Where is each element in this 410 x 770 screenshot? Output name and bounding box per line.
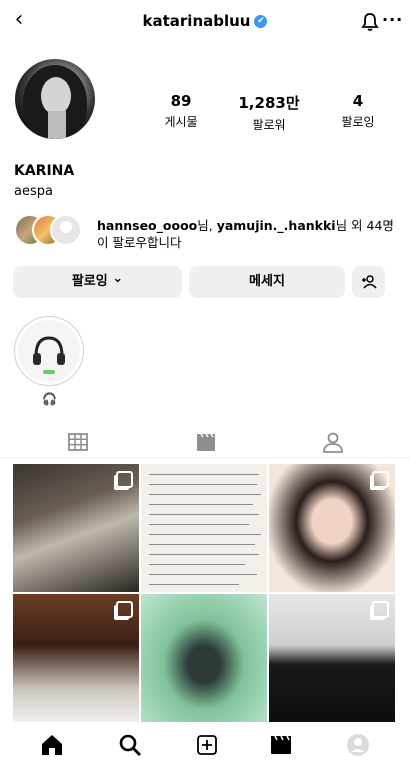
tab-divider: [0, 457, 410, 458]
bottom-nav: [0, 722, 410, 770]
stat-following[interactable]: 4 팔로잉: [313, 92, 403, 130]
stat-following-label: 팔로잉: [341, 115, 375, 129]
create-icon[interactable]: [195, 733, 219, 757]
stat-posts-count: 89: [170, 92, 192, 110]
profile-name: KARINA: [14, 163, 75, 179]
more-icon[interactable]: ···: [382, 10, 403, 29]
highlight-label: 🎧: [42, 392, 57, 406]
post-thumbnail[interactable]: [13, 594, 139, 722]
username-text: katarinabluu: [142, 12, 251, 30]
profile-avatar[interactable]: [15, 59, 95, 139]
post-thumbnail[interactable]: [141, 594, 267, 722]
stat-posts[interactable]: 89 게시물: [136, 92, 226, 130]
profile-username: katarinabluu ✔: [0, 12, 410, 30]
stat-posts-label: 게시물: [164, 115, 198, 129]
search-icon[interactable]: [118, 733, 142, 757]
reels-icon[interactable]: [194, 430, 218, 454]
followed-by-user1[interactable]: hannseo_oooo: [97, 218, 197, 233]
message-button[interactable]: 메세지: [189, 266, 345, 298]
tagged-icon[interactable]: [321, 430, 345, 454]
multi-post-icon: [116, 471, 133, 488]
grid-icon[interactable]: [66, 430, 90, 454]
chevron-down-icon: ⌄: [112, 271, 124, 286]
highlight-cover: [18, 320, 80, 382]
followed-by-user2[interactable]: yamujin._.hankki: [217, 218, 336, 233]
stat-followers-count: 1,283만: [238, 94, 300, 112]
profile-icon[interactable]: [346, 733, 370, 757]
following-button-label: 팔로잉: [71, 274, 108, 289]
home-icon[interactable]: [40, 733, 64, 757]
top-bar: ‹ katarinabluu ✔ ···: [0, 0, 410, 44]
follower-avatar-placeholder[interactable]: [50, 214, 82, 246]
stat-following-count: 4: [352, 92, 364, 110]
post-thumbnail[interactable]: [269, 594, 395, 722]
stat-followers-label: 팔로워: [252, 118, 286, 132]
followed-by-text[interactable]: hannseo_oooo님, yamujin._.hankki님 외 44명이 …: [97, 217, 397, 251]
battery-bar: [43, 370, 55, 374]
multi-post-icon: [116, 601, 133, 618]
post-thumbnail[interactable]: [269, 464, 395, 592]
followed-by-sep: 님,: [197, 218, 217, 233]
add-person-icon: [361, 275, 377, 289]
verified-badge-icon: ✔: [254, 15, 268, 28]
story-highlight[interactable]: [14, 316, 84, 386]
post-thumbnail[interactable]: [13, 464, 139, 592]
stat-followers[interactable]: 1,283만 팔로워: [224, 92, 314, 133]
multi-post-icon: [372, 471, 389, 488]
profile-bio: aespa: [14, 184, 53, 199]
multi-post-icon: [372, 601, 389, 618]
bell-icon[interactable]: [361, 12, 379, 32]
reels-icon[interactable]: [269, 733, 293, 757]
suggest-people-button[interactable]: [352, 266, 385, 298]
following-button[interactable]: 팔로잉 ⌄: [13, 266, 182, 298]
post-thumbnail[interactable]: [141, 464, 267, 592]
